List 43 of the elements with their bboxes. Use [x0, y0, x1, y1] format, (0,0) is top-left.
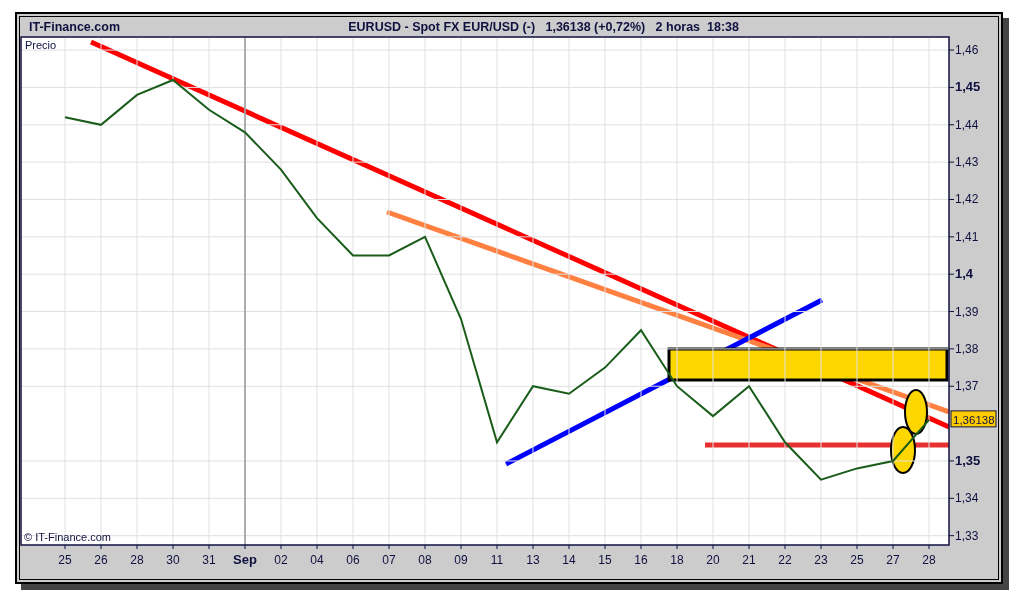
x-axis-label: 28	[922, 553, 936, 567]
y-axis-label: 1,38	[955, 341, 979, 356]
y-axis-label: 1,43	[955, 155, 979, 170]
price-tag: 1,36138	[950, 410, 997, 428]
x-axis-label: 23	[814, 553, 828, 567]
x-axis-label: 28	[130, 553, 144, 567]
x-axis-label: 26	[94, 553, 108, 567]
x-axis-label: 20	[706, 553, 720, 567]
copyright-text: © IT-Finance.com	[24, 531, 111, 543]
chart-title: EURUSD - Spot FX EUR/USD (-) 1,36138 (+0,72%) 2 horas 18:38	[348, 19, 739, 35]
x-axis-label: 27	[886, 553, 900, 567]
x-axis-label: 07	[382, 553, 396, 567]
x-axis-label: 02	[274, 553, 288, 567]
y-axis-label: 1,34	[955, 491, 979, 506]
x-axis-label: 22	[778, 553, 792, 567]
y-axis-label: 1,37	[955, 379, 979, 394]
y-axis-label: 1,35	[955, 452, 981, 468]
x-axis-label: 09	[454, 553, 468, 567]
y-axis-label: 1,41	[955, 229, 979, 244]
x-axis-label: 13	[526, 553, 540, 567]
axis-caption: Precio	[25, 39, 57, 51]
x-axis-label: 31	[202, 553, 216, 567]
x-axis-label: 08	[418, 553, 432, 567]
x-axis-label: 18	[670, 553, 684, 567]
x-axis-label: 15	[598, 553, 612, 567]
x-axis-label: 14	[562, 553, 576, 567]
x-axis-label: 21	[742, 553, 756, 567]
site-name: IT-Finance.com	[29, 19, 120, 35]
y-axis-label: 1,4	[955, 266, 974, 282]
x-axis-label: 25	[58, 553, 72, 567]
y-axis-label: 1,39	[955, 304, 979, 319]
y-axis-label: 1,42	[955, 192, 979, 207]
x-axis-label: 30	[166, 553, 180, 567]
x-axis-label: 11	[490, 553, 504, 567]
x-axis-label: 16	[634, 553, 648, 567]
y-axis-label: 1,44	[955, 117, 979, 132]
x-axis-label: 25	[850, 553, 864, 567]
x-axis-label: 06	[346, 553, 360, 567]
y-axis-label: 1,46	[955, 43, 979, 58]
x-axis-label: 04	[310, 553, 324, 567]
y-axis-label: 1,33	[955, 528, 979, 543]
y-axis-label: 1,45	[955, 79, 981, 95]
x-axis-label: Sep	[233, 552, 257, 567]
